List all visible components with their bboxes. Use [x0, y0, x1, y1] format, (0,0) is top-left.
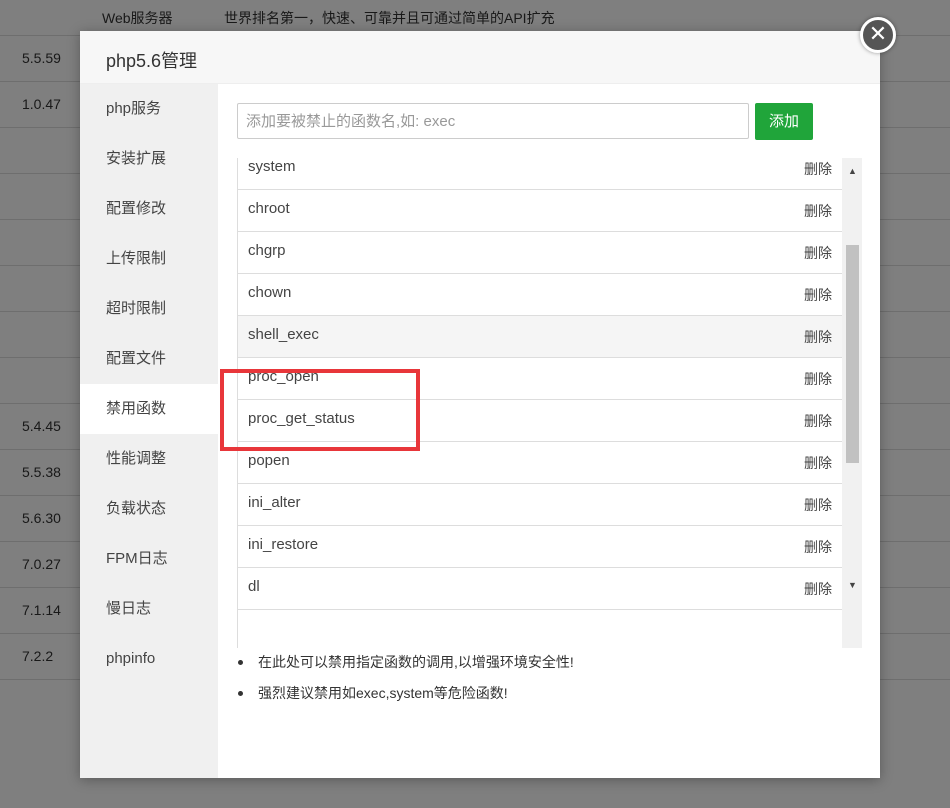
function-row: shell_exec 删除: [238, 316, 842, 358]
add-button[interactable]: 添加: [755, 103, 813, 140]
scroll-up-arrow-icon[interactable]: ▲: [842, 161, 862, 181]
function-row: chown 删除: [238, 274, 842, 316]
sidebar-item-10[interactable]: 慢日志: [80, 584, 218, 634]
function-name: popen: [248, 452, 290, 469]
function-name: dl: [248, 578, 260, 595]
function-row: ini_alter 删除: [238, 484, 842, 526]
modal-title: php5.6管理: [106, 51, 198, 71]
sidebar-item-3[interactable]: 上传限制: [80, 234, 218, 284]
sidebar-item-5[interactable]: 配置文件: [80, 334, 218, 384]
scroll-down-arrow-icon[interactable]: ▼: [842, 575, 862, 595]
sidebar: php服务 安装扩展 配置修改 上传限制 超时限制 配置文件 禁用函数 性能调整 负载状态 FPM…: [80, 84, 218, 778]
function-row: system 删除: [238, 158, 842, 190]
function-name: chown: [248, 284, 292, 301]
sidebar-item-1[interactable]: 安装扩展: [80, 134, 218, 184]
sidebar-item-11[interactable]: phpinfo: [80, 634, 218, 684]
sidebar-item-2[interactable]: 配置修改: [80, 184, 218, 234]
list-scrollbar[interactable]: ▲ ▼: [842, 158, 862, 648]
sidebar-item-8[interactable]: 负载状态: [80, 484, 218, 534]
delete-link[interactable]: 删除: [804, 453, 832, 473]
tip-item: 强烈建议禁用如exec,system等危险函数!: [238, 683, 574, 714]
function-name: system: [248, 158, 296, 175]
function-row: ini_restore 删除: [238, 526, 842, 568]
tip-text: 强烈建议禁用如exec,system等危险函数!: [258, 685, 508, 701]
sidebar-item-9[interactable]: FPM日志: [80, 534, 218, 584]
delete-link[interactable]: 删除: [804, 411, 832, 431]
tip-item: 在此处可以禁用指定函数的调用,以增强环境安全性!: [238, 652, 574, 683]
delete-link[interactable]: 删除: [804, 369, 832, 389]
function-name: shell_exec: [248, 326, 319, 343]
function-name: ini_restore: [248, 536, 319, 553]
scrollbar-thumb[interactable]: [846, 245, 859, 463]
delete-link[interactable]: 删除: [804, 243, 832, 263]
tip-text: 在此处可以禁用指定函数的调用,以增强环境安全性!: [258, 654, 574, 670]
delete-link[interactable]: 删除: [804, 495, 832, 515]
delete-link[interactable]: 删除: [804, 285, 832, 305]
bullet-icon: [238, 660, 243, 665]
delete-link[interactable]: 删除: [804, 579, 832, 599]
modal-header: php5.6管理: [80, 31, 880, 84]
function-name: ini_alter: [248, 494, 301, 511]
delete-link[interactable]: 删除: [804, 159, 832, 179]
sidebar-item-0[interactable]: php服务: [80, 84, 218, 134]
function-name: chroot: [248, 200, 290, 217]
function-row: chroot 删除: [238, 190, 842, 232]
sidebar-item-7[interactable]: 性能调整: [80, 434, 218, 484]
function-name-input[interactable]: [237, 103, 749, 139]
sidebar-item-4[interactable]: 超时限制: [80, 284, 218, 334]
delete-link[interactable]: 删除: [804, 327, 832, 347]
function-row: chgrp 删除: [238, 232, 842, 274]
function-name: chgrp: [248, 242, 286, 259]
close-icon[interactable]: ✕: [860, 17, 896, 53]
php-management-modal: php5.6管理 ✕ php服务 安装扩展 配置修改 上传限制 超时限制 配置文件 禁用函数…: [80, 17, 896, 778]
tips-list: 在此处可以禁用指定函数的调用,以增强环境安全性! 强烈建议禁用如exec,sys…: [238, 652, 574, 714]
red-highlight-annotation: [220, 369, 420, 451]
bullet-icon: [238, 691, 243, 696]
delete-link[interactable]: 删除: [804, 201, 832, 221]
delete-link[interactable]: 删除: [804, 537, 832, 557]
sidebar-item-6[interactable]: 禁用函数: [80, 384, 218, 434]
function-row: dl 删除: [238, 568, 842, 610]
